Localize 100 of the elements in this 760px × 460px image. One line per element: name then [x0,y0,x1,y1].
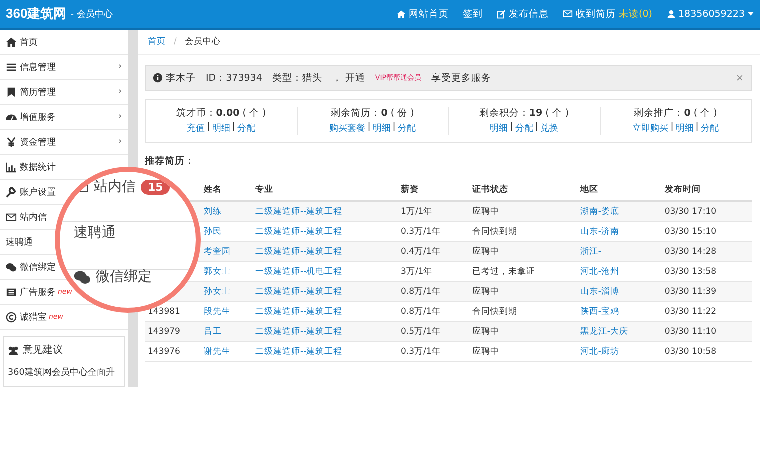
table-cell: 1万/1年 [401,206,433,216]
table-cell: 03/30 13:58 [664,266,717,276]
link-separator: | [696,122,699,134]
member-name: 李木子 [153,72,196,84]
chevron-icon: › [118,137,122,147]
chevron-icon: › [118,112,122,122]
table-cell: 03/30 11:22 [664,306,717,316]
table-cell: 0.3万/1年 [401,346,441,356]
member-id: ID：373934 [206,72,262,84]
region-link[interactable]: 陕西-宝鸡 [580,306,620,316]
sidebar-item[interactable]: 账户设置 [20,186,56,198]
stat-label: 剩余积分：19 ( 个 ) [479,107,570,120]
wechat-icon [6,262,17,272]
sidebar-item[interactable]: 速聘通 [6,236,33,248]
sidebar-item[interactable]: 信息管理 [20,60,56,74]
table-cell: 应聘中 [472,326,500,336]
caret-icon [748,12,754,16]
region-link[interactable]: 河北-沧州 [580,266,620,276]
upgrade-text: 享受更多服务 [432,72,492,84]
table-cell: 应聘中 [472,286,500,296]
stat-link[interactable]: 购买套餐 [330,122,366,135]
link-separator: | [392,122,396,134]
envelope-icon [6,212,17,222]
yen-icon [6,136,17,148]
sidebar-item[interactable]: 增值服务 [20,110,56,124]
unread-badge: 15 [141,180,170,194]
stat-link[interactable]: 立即购买 [632,122,669,135]
table-cell: 143976 [148,346,180,356]
table-cell: 应聘中 [472,246,500,256]
sidebar-item[interactable]: 简历管理 [20,86,56,98]
sidebar-item[interactable]: 首页 [20,36,38,48]
name-link[interactable]: 谢先生 [204,346,231,356]
table-cell: 合同快到期 [472,226,518,236]
name-link[interactable]: 孙民 [204,226,222,236]
top-nav-link[interactable]: 网站首页 [397,8,450,20]
stat-link[interactable]: 分配 [237,122,256,135]
name-link[interactable]: 段先生 [204,306,231,316]
breadcrumb-item[interactable]: 会员中心 [184,36,221,48]
stat-link[interactable]: 分配 [398,122,416,135]
copyright-icon [6,312,17,322]
region-link[interactable]: 山东-济南 [580,226,620,236]
top-nav-link[interactable]: 发布信息 [497,8,550,20]
sidebar-item[interactable]: 广告服务 [20,286,56,298]
list-icon [6,62,17,72]
major-link[interactable]: 二级建造师--建筑工程 [256,346,343,356]
link-separator: | [368,122,371,134]
scrollbar[interactable] [129,312,138,387]
close-button[interactable]: × [736,72,744,84]
table-cell: 03/30 11:10 [664,326,717,336]
link-separator: | [207,122,210,134]
sidebar-item[interactable]: 微信绑定 [20,260,56,274]
table-cell: 143979 [148,326,180,336]
stat-link[interactable]: 明细 [676,122,694,135]
breadcrumb-item[interactable]: 首页 [148,36,166,48]
name-link[interactable]: 吕工 [204,326,222,336]
table-cell: 0.5万/1年 [401,326,441,336]
major-link[interactable]: 二级建造师--建筑工程 [256,306,343,316]
site-logo[interactable]: 360建筑网 [6,5,67,23]
region-link[interactable]: 河北-廊坊 [580,346,620,356]
region-link[interactable]: 浙江- [580,246,602,256]
major-link[interactable]: 一级建造师--机电工程 [256,266,343,276]
scrollbar[interactable] [129,30,138,168]
stat-link[interactable]: 分配 [700,122,719,135]
stat-label: 剩余推广：0 ( 个 ) [634,107,718,120]
table-cell: 03/30 11:39 [664,286,717,296]
sidebar-item[interactable]: 站内信 [20,210,47,224]
table-cell: 已考过，未拿证 [472,266,536,276]
sidebar-item[interactable]: 数据统计 [20,160,56,174]
major-link[interactable]: 二级建造师--建筑工程 [256,226,343,236]
name-link[interactable]: 刘练 [204,206,222,216]
stat-link[interactable]: 明细 [490,122,508,135]
table-cell: 143981 [148,306,180,316]
info-icon [153,73,163,83]
stat-link[interactable]: 明细 [372,122,391,135]
group-icon [8,344,19,356]
link-separator: | [510,122,514,134]
user-menu[interactable]: 18356059223 [666,8,754,20]
table-cell: 0.4万/1年 [401,246,441,256]
top-nav-link[interactable]: 签到 [463,8,484,20]
home-icon [397,10,406,18]
stat-link[interactable]: 分配 [515,122,534,135]
link-separator: | [535,122,538,134]
member-type: 类型：猎头 [272,72,322,84]
table-cell: 0.3万/1年 [401,226,441,236]
link-separator: | [232,122,236,134]
sidebar-item[interactable]: 资金管理 [20,136,56,148]
table-cell: 0.8万/1年 [401,286,441,296]
top-nav-link[interactable]: 收到简历 未读(0) [563,8,652,20]
table-cell: 03/30 17:10 [664,206,717,216]
user-icon [666,10,676,18]
bookmark-icon [6,86,17,98]
bar-chart-icon [6,162,17,172]
stat-link[interactable]: 充值 [187,122,206,135]
sidebar-item[interactable]: 诚猎宝 [20,310,47,324]
feedback-text: 360建筑网会员中心全面升 [8,367,115,379]
stat-link[interactable]: 明细 [212,122,230,135]
wrench-icon [6,186,17,198]
magnified-label: 微信绑定 [96,268,152,286]
stat-link[interactable]: 兑换 [540,122,558,135]
name-link[interactable]: 郭女士 [204,266,231,276]
